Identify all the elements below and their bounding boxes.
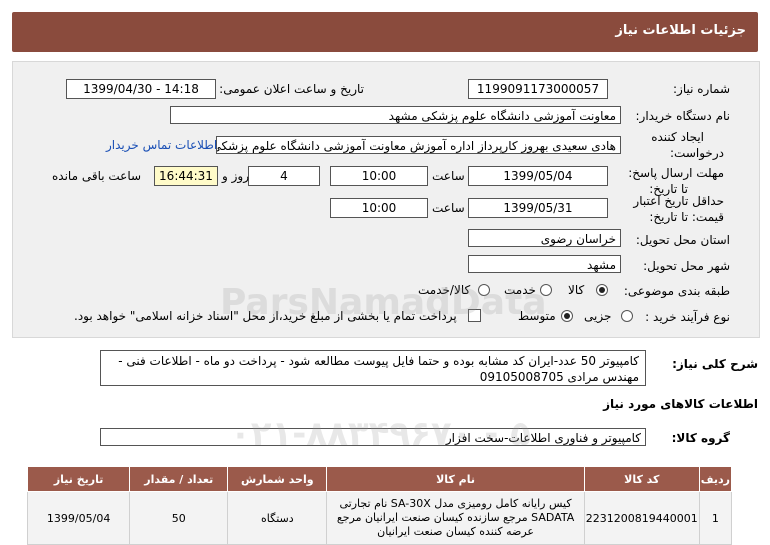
validity-time-field: 10:00 [330, 198, 428, 218]
announce-field: 1399/04/30 - 14:18 [66, 79, 216, 99]
category-radio-goods[interactable] [596, 284, 608, 296]
col-code-header: کد کالا [583, 466, 700, 492]
goods-group-field: کامپیوتر و فناوری اطلاعات-سخت افزار [100, 428, 646, 446]
goods-info-title: اطلاعات کالاهای مورد نیاز [603, 397, 758, 411]
goods-group-label: گروه کالا: [671, 431, 730, 445]
col-unit-header: واحد شمارش [227, 466, 328, 492]
validity-date-field: 1399/05/31 [468, 198, 608, 218]
creator-field: هادی سعیدی بهروز کارپرداز اداره آموزش مع… [216, 136, 621, 154]
row-qty: 50 [129, 491, 229, 545]
category-radio-goods-service[interactable] [478, 284, 490, 296]
table-row: 1 2231200819440001 کیس رایانه کامل رومیز… [26, 491, 733, 545]
days-label: روز و [222, 169, 249, 183]
category-option-goods: کالا [568, 283, 585, 297]
creator-label-line1: ایجاد کننده [651, 130, 704, 144]
row-code: 2231200819440001 [583, 491, 700, 545]
table-header-row: ردیف کد کالا نام کالا واحد شمارش تعداد /… [26, 466, 733, 492]
process-option-medium: متوسط [518, 309, 556, 323]
province-field: خراسان رضوی [468, 229, 621, 247]
deadline-time-label: ساعت [432, 169, 465, 183]
creator-label-line2: درخواست: [670, 146, 724, 160]
need-number-field: 1199091173000057 [468, 79, 608, 99]
process-radio-minor[interactable] [621, 310, 633, 322]
process-radio-medium[interactable] [561, 310, 573, 322]
row-name: کیس رایانه کامل رومیزی مدل SA-30X نام تج… [326, 491, 585, 545]
row-unit: دستگاه [227, 491, 328, 545]
page-title: جزئیات اطلاعات نیاز [615, 23, 746, 38]
buyer-label: نام دستگاه خریدار: [635, 109, 731, 123]
payment-note: پرداخت تمام یا بخشی از مبلغ خرید،از محل … [74, 309, 457, 323]
remaining-label: ساعت باقی مانده [52, 169, 142, 183]
process-label: نوع فرآیند خرید : [645, 310, 730, 324]
announce-label: تاریخ و ساعت اعلان عمومی: [219, 82, 364, 96]
province-label: استان محل تحویل: [635, 233, 730, 247]
category-label: طبقه بندی موضوعی: [623, 284, 730, 298]
col-index-header: ردیف [698, 466, 733, 492]
category-option-service: خدمت [504, 283, 536, 297]
col-date-header: تاریخ نیاز [26, 466, 131, 492]
deadline-date-field: 1399/05/04 [468, 166, 608, 186]
remaining-time-field: 16:44:31 [154, 166, 218, 186]
goods-table: ردیف کد کالا نام کالا واحد شمارش تعداد /… [26, 466, 733, 545]
deadline-label-line1: مهلت ارسال پاسخ: [628, 166, 724, 180]
row-index: 1 [698, 491, 733, 545]
description-field: کامپیوتر 50 عدد-ایران کد مشابه بوده و حت… [100, 350, 646, 386]
validity-label-line2: قیمت: تا تاریخ: [649, 210, 724, 224]
category-radio-service[interactable] [540, 284, 552, 296]
days-field: 4 [248, 166, 320, 186]
city-label: شهر محل تحویل: [643, 259, 730, 273]
city-field: مشهد [468, 255, 621, 273]
category-option-goods-service: کالا/خدمت [418, 283, 471, 297]
buyer-field: معاونت آموزشی دانشگاه علوم پزشکی مشهد [170, 106, 621, 124]
col-name-header: نام کالا [326, 466, 585, 492]
need-number-label: شماره نیاز: [673, 82, 730, 96]
validity-time-label: ساعت [432, 201, 465, 215]
description-label: شرح کلی نیاز: [672, 357, 758, 371]
col-qty-header: تعداد / مقدار [129, 466, 229, 492]
page-header: جزئیات اطلاعات نیاز [12, 12, 758, 52]
validity-label-line1: حداقل تاریخ اعتبار [633, 194, 724, 208]
row-date: 1399/05/04 [26, 491, 131, 545]
buyer-contact-link[interactable]: اطلاعات تماس خریدار [106, 138, 217, 152]
treasury-checkbox[interactable] [468, 309, 481, 322]
process-option-minor: جزیی [584, 309, 612, 323]
deadline-time-field: 10:00 [330, 166, 428, 186]
